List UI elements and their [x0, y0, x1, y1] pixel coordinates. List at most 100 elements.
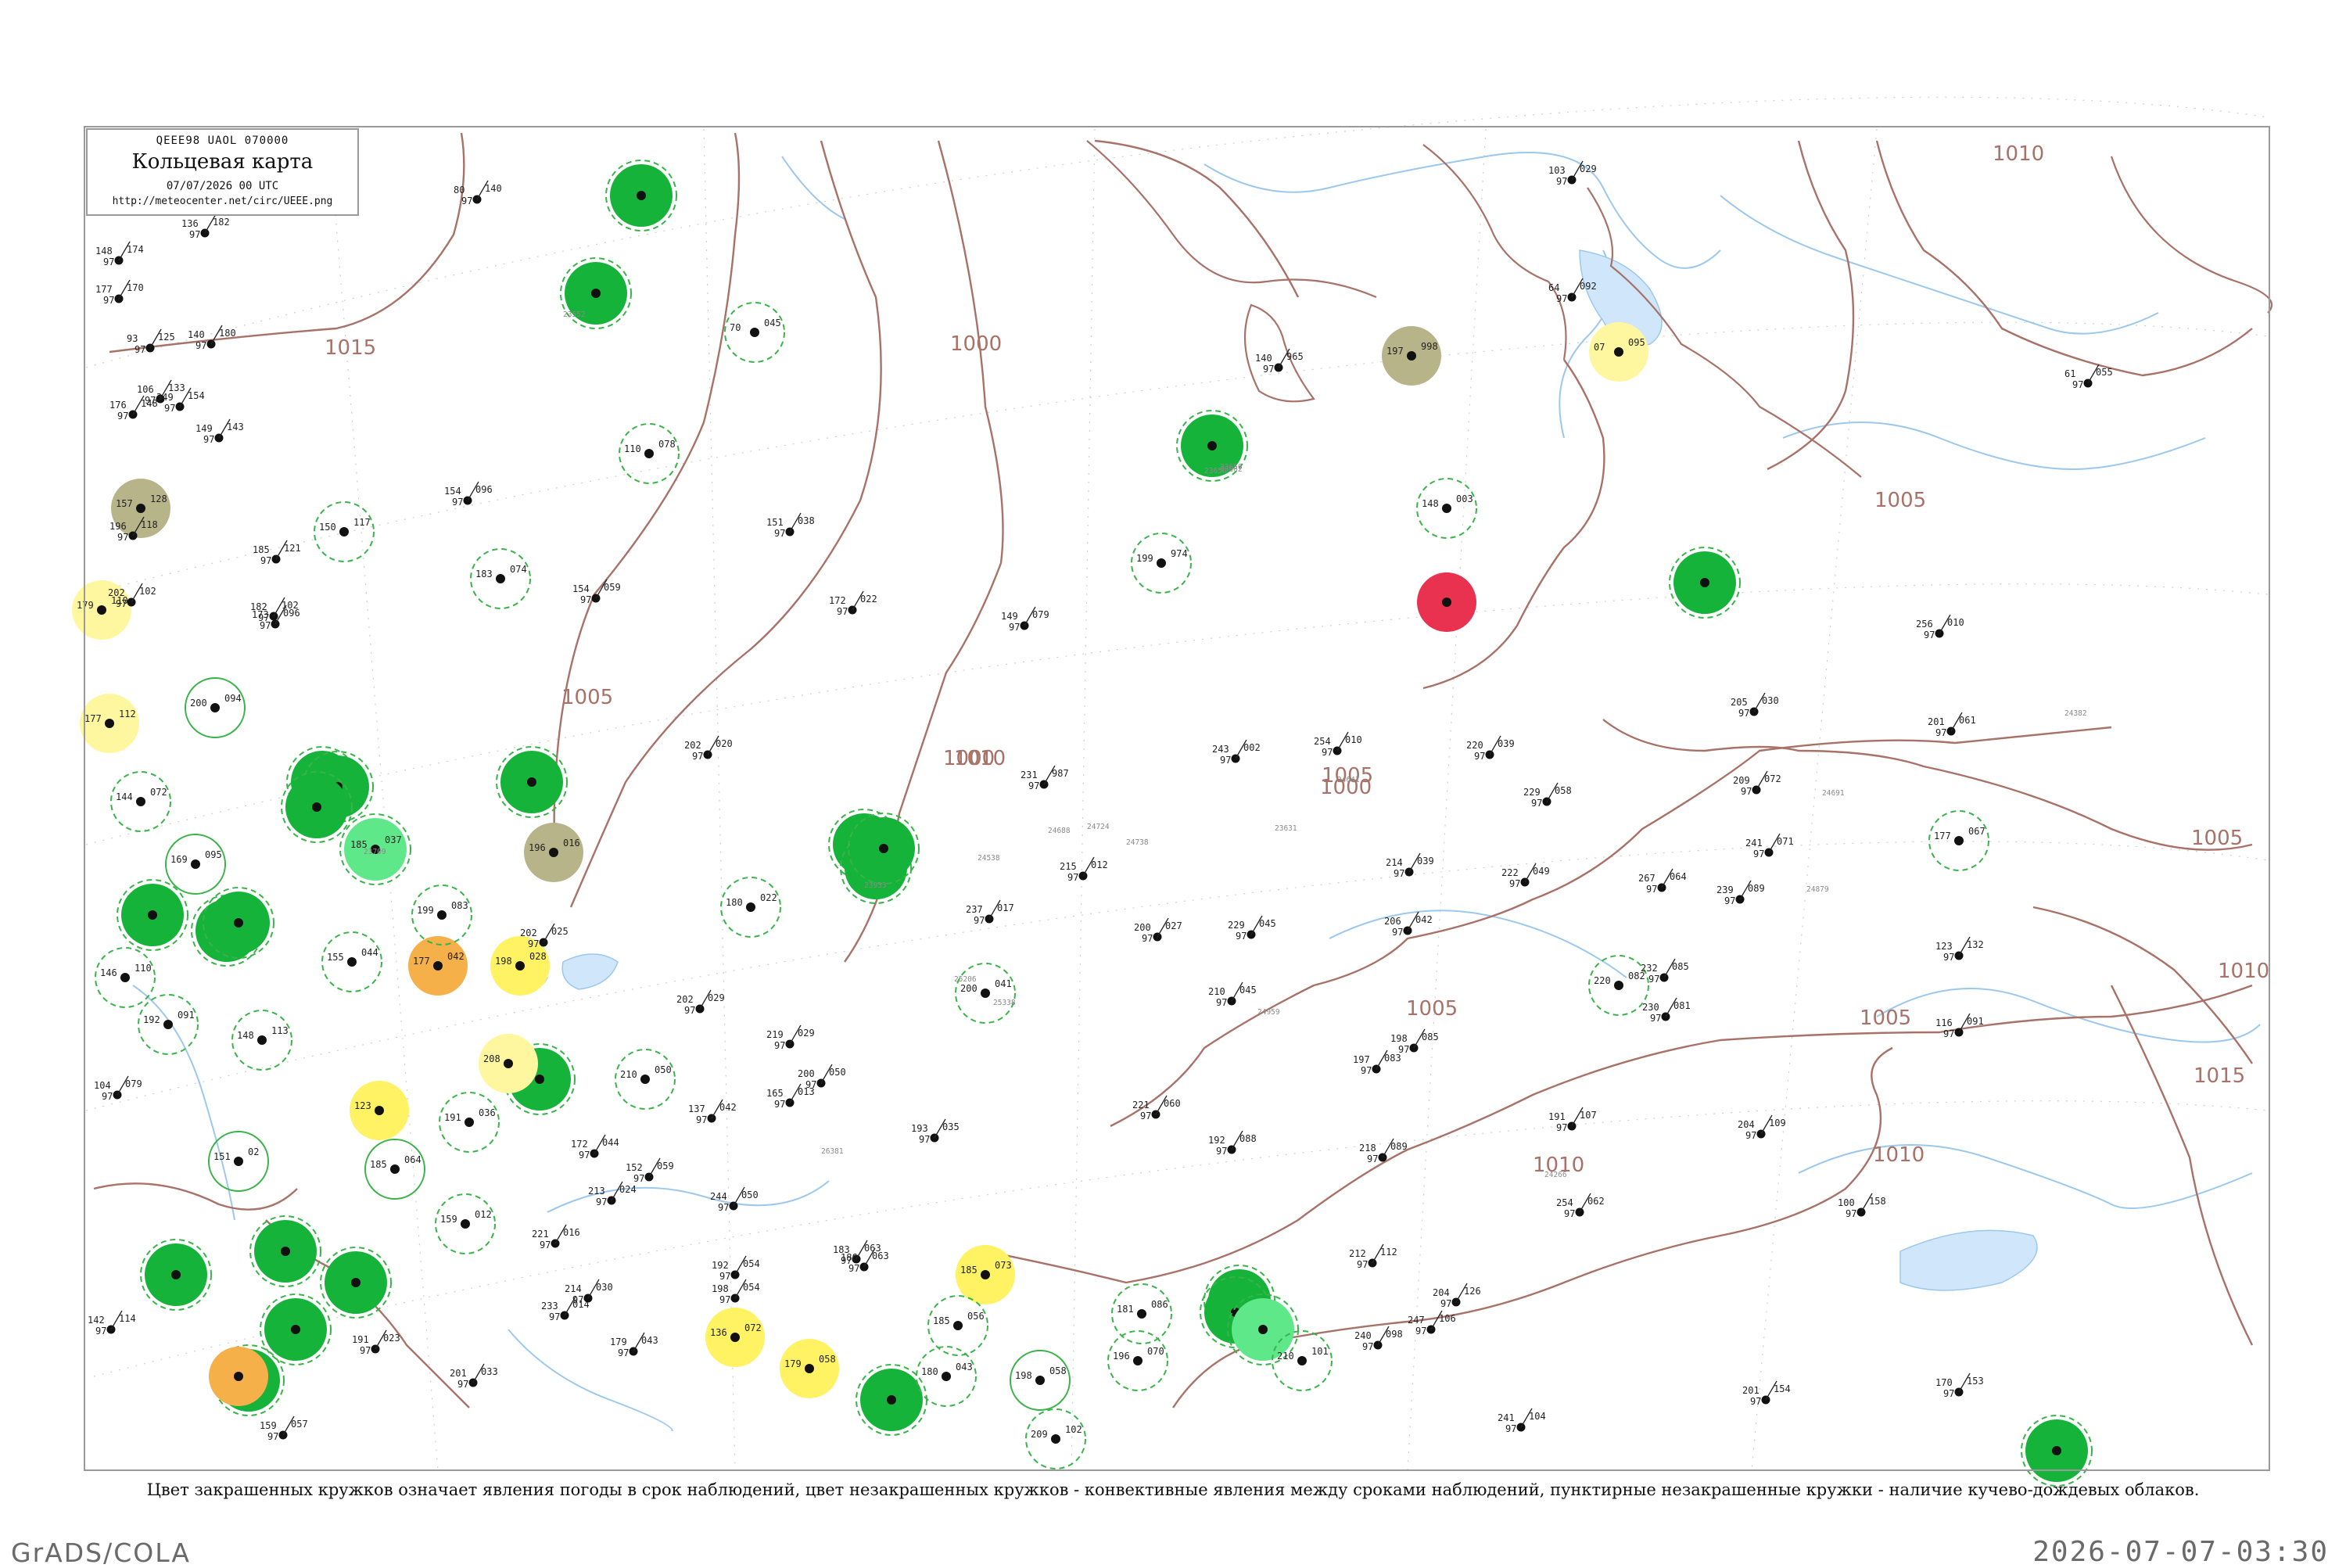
station-vis: 97 [1846, 1208, 1856, 1219]
station-pressure: 058 [819, 1354, 836, 1365]
plain-station: 221 060 97 [1132, 1095, 1181, 1121]
station-pressure: 049 [1533, 866, 1550, 877]
station-dot [981, 989, 990, 998]
station-pressure: 126 [1464, 1286, 1481, 1297]
station-dot [163, 1020, 173, 1029]
station-dot [148, 910, 157, 920]
station-ring [209, 1347, 268, 1406]
station-ring [260, 1294, 332, 1365]
isobar-label: 1015 [2194, 1064, 2245, 1088]
station-pressure: 112 [1380, 1247, 1397, 1258]
station-dot [942, 1372, 951, 1381]
station-temp: 237 [966, 904, 983, 915]
station-dot [640, 1075, 650, 1084]
station-temp: 199 [1136, 553, 1153, 564]
station-dot [120, 973, 130, 982]
station-pressure: 083 [451, 900, 468, 911]
plain-station: 192 054 97 [712, 1255, 760, 1282]
station-id: 24382 [2064, 709, 2087, 718]
station-pressure: 113 [271, 1025, 289, 1036]
isobar-label: 1015 [325, 336, 376, 360]
station-temp: 200 [960, 983, 978, 994]
station-temp: 177 [84, 713, 102, 724]
station-temp: 202 [684, 740, 701, 751]
station-ring: 180 043 [916, 1346, 977, 1407]
station-temp: 172 [829, 595, 846, 606]
station-temp: 61 [2064, 368, 2075, 379]
station-temp: 199 [417, 905, 434, 916]
station-vis: 97 [974, 915, 985, 926]
plain-station: 254 010 97 [1314, 731, 1362, 758]
plain-station: 204 109 97 [1738, 1114, 1786, 1141]
plain-station: 123 132 97 [1935, 936, 1984, 963]
station-vis: 97 [696, 1114, 707, 1125]
station-vis: 97 [1509, 878, 1520, 889]
station-temp: 07 [1594, 342, 1605, 353]
station-pressure: 017 [997, 902, 1014, 913]
station-pressure: 170 [127, 282, 144, 293]
station-temp: 155 [327, 952, 344, 963]
station-dot [1407, 351, 1416, 361]
station-pressure: 042 [719, 1102, 737, 1113]
station-temp: 241 [1498, 1412, 1515, 1423]
station-vis: 97 [1724, 895, 1735, 906]
plain-station: 201 154 97 [1742, 1380, 1791, 1407]
plain-station: 209 072 97 [1733, 770, 1781, 797]
station-dot [1137, 1309, 1146, 1319]
plain-station: 191 023 97 [352, 1329, 400, 1356]
plain-station: 185 121 97 [253, 540, 301, 566]
plain-station: 220 039 97 [1466, 735, 1515, 762]
station-pressure: 033 [481, 1366, 498, 1377]
station-temp: 206 [1384, 916, 1401, 927]
plain-station: 137 042 97 [688, 1099, 737, 1125]
station-dot [312, 802, 321, 812]
station-temp: 144 [116, 791, 133, 802]
station-dot [437, 910, 447, 920]
station-pressure: 023 [383, 1333, 400, 1344]
station-ring: 210 050 [615, 1049, 676, 1110]
plain-station: 221 016 97 [532, 1224, 580, 1250]
station-temp: 204 [1433, 1287, 1450, 1298]
station-vis: 97 [1140, 1111, 1151, 1121]
station-temp: 169 [170, 854, 188, 865]
station-temp: 221 [532, 1229, 549, 1240]
station-temp: 241 [1745, 838, 1763, 849]
station-ring: 191 036 [439, 1092, 500, 1153]
station-temp: 267 [1638, 873, 1655, 884]
isobar-label: 1010 [1873, 1143, 1925, 1167]
station-temp: 196 [1113, 1351, 1130, 1362]
station-ring: 169 095 [165, 834, 226, 895]
station-temp: 205 [1731, 697, 1748, 708]
station-pressure: 064 [1670, 871, 1687, 882]
station-dot [465, 1118, 474, 1127]
plain-station: 213 024 97 [588, 1181, 637, 1207]
station-temp: 200 [1134, 922, 1151, 933]
plain-station: 219 029 97 [766, 1024, 815, 1051]
station-id: 24738 [1126, 838, 1149, 847]
station-temp: 173 [252, 609, 269, 620]
station-id: 24538 [978, 854, 1000, 863]
station-dot [1614, 347, 1623, 357]
station-temp: 185 [933, 1315, 950, 1326]
station-temp: 191 [1548, 1111, 1566, 1122]
station-dot [461, 1219, 470, 1229]
legend-date: 07/07/2026 00 UTC [166, 180, 279, 192]
plain-station: 136 182 97 [181, 213, 230, 240]
plain-station: 229 058 97 [1523, 782, 1572, 809]
station-temp: 215 [1060, 861, 1077, 872]
station-ring: 208 [479, 1034, 538, 1093]
station-pressure: 071 [1777, 836, 1794, 847]
station-vis: 97 [1943, 1388, 1954, 1399]
plain-station: 202 020 97 [684, 735, 733, 762]
footer-timestamp: 2026-07-07-03:30 [2032, 1536, 2329, 1568]
station-vis: 97 [1142, 933, 1153, 944]
station-ring: 70 045 [724, 302, 785, 363]
station-id: 23656 [1204, 467, 1227, 475]
station-dot [1157, 558, 1166, 568]
station-pressure: 085 [1422, 1032, 1439, 1042]
station-temp: 220 [1594, 975, 1611, 986]
station-pressure: 058 [1555, 785, 1572, 796]
station-temp: 214 [1386, 857, 1403, 868]
station-temp: 151 [766, 517, 784, 528]
station-pressure: 091 [1967, 1016, 1984, 1027]
